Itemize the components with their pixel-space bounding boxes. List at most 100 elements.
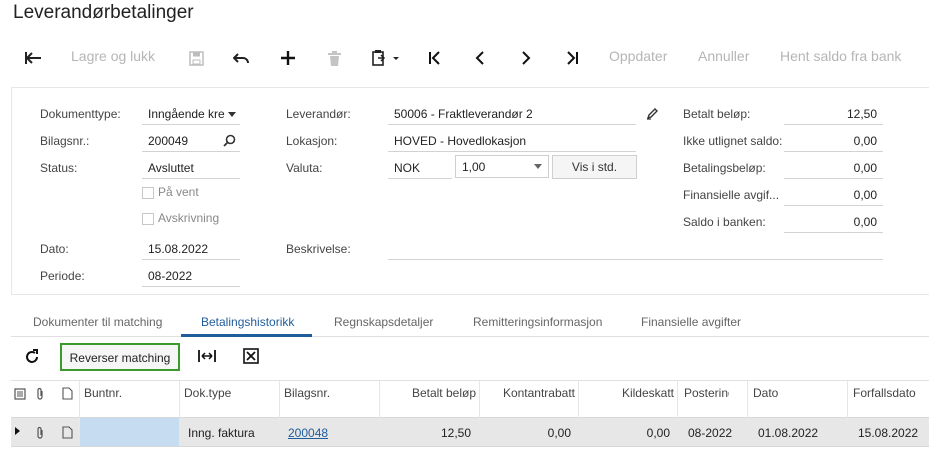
payment-history-grid: Buntnr. Dok.type Bilagsnr. Betalt beløp …: [11, 380, 929, 455]
notes-icon[interactable]: [14, 388, 26, 403]
fit-columns-icon[interactable]: [198, 349, 216, 366]
ref-nbr-label: Bilagsnr.:: [40, 134, 90, 148]
tab-documents-to-apply[interactable]: Dokumenter til matching: [33, 315, 162, 329]
hold-label: På vent: [158, 185, 199, 199]
payment-amount-label: Betalingsbeløp:: [683, 161, 766, 175]
date-value: 15.08.2022: [148, 242, 209, 256]
col-header-due-date[interactable]: Forfallsdato: [853, 386, 929, 400]
period-value: 08-2022: [148, 269, 193, 283]
currency-rate-select[interactable]: 1,00: [455, 155, 549, 178]
reverse-application-button[interactable]: Reverser matching: [60, 343, 180, 371]
fetch-balance-button[interactable]: Hent saldo fra bank: [780, 48, 901, 64]
bank-balance-label: Saldo i banken:: [683, 215, 766, 229]
refresh-button[interactable]: Oppdater: [609, 48, 667, 64]
next-icon[interactable]: [512, 46, 540, 70]
description-field[interactable]: [388, 238, 883, 260]
period-field[interactable]: 08-2022: [142, 265, 240, 287]
grid-header: Buntnr. Dok.type Bilagsnr. Betalt beløp …: [11, 380, 929, 418]
hold-checkbox[interactable]: [142, 187, 154, 199]
file-icon[interactable]: [62, 426, 73, 442]
paid-amount-field: 12,50: [784, 103, 883, 125]
export-excel-icon[interactable]: [243, 348, 259, 367]
tab-financial-details[interactable]: Regnskapsdetaljer: [334, 315, 433, 329]
paid-cell: 12,50: [440, 426, 471, 440]
date-label: Dato:: [40, 242, 69, 256]
search-icon[interactable]: [223, 134, 236, 150]
first-record-icon[interactable]: [421, 46, 449, 70]
undo-icon[interactable]: [228, 46, 256, 70]
back-arrow-icon[interactable]: [20, 46, 48, 70]
date-cell: 01.08.2022: [758, 426, 819, 440]
writeoff-label: Avskrivning: [158, 211, 220, 225]
table-row[interactable]: Inng. faktura 200048 12,50 0,00 0,00 08-…: [11, 418, 929, 447]
status-value: Avsluttet: [148, 161, 194, 175]
currency-rate-value: 1,00: [462, 160, 486, 174]
view-base-currency-button[interactable]: Vis i std.: [552, 155, 637, 179]
chevron-down-icon: [534, 164, 542, 169]
col-header-batch[interactable]: Buntnr.: [84, 386, 174, 400]
attachment-icon[interactable]: [35, 426, 45, 443]
currency-code-value: NOK: [394, 161, 421, 175]
attachment-icon[interactable]: [35, 387, 45, 404]
delete-icon[interactable]: [320, 46, 348, 70]
writeoff-checkbox[interactable]: [142, 213, 154, 225]
payment-amount-field: 0,00: [784, 157, 883, 179]
col-header-withholding[interactable]: Kildeskatt: [582, 386, 674, 400]
date-field[interactable]: 15.08.2022: [142, 238, 240, 260]
status-field: Avsluttet: [142, 157, 240, 179]
add-icon[interactable]: [274, 46, 302, 70]
col-header-cash-discount[interactable]: Kontantrabatt: [483, 386, 575, 400]
row-pointer-icon: [15, 427, 20, 435]
doc-type-value: Inngående kre: [148, 107, 225, 121]
unapplied-balance-field: 0,00: [784, 130, 883, 152]
save-icon[interactable]: [182, 46, 210, 70]
tab-finance-charges[interactable]: Finansielle avgifter: [641, 315, 741, 329]
active-tab-indicator: [181, 334, 312, 337]
pencil-icon[interactable]: [646, 107, 659, 123]
save-close-button[interactable]: Lagre og lukk: [71, 48, 155, 64]
col-header-paid[interactable]: Betalt beløp: [383, 386, 476, 400]
withholding-cell: 0,00: [646, 426, 670, 440]
ref-nbr-value: 200049: [148, 134, 189, 148]
vendor-field[interactable]: 50006 - Fraktleverandør 2: [388, 103, 636, 125]
doc-type-label: Dokumenttype:: [40, 107, 121, 121]
location-field[interactable]: HOVED - Hovedlokasjon: [388, 130, 636, 152]
period-cell: 08-2022: [688, 426, 733, 440]
bank-balance-field: 0,00: [784, 211, 883, 233]
page-title: Leverandørbetalinger: [13, 2, 194, 23]
location-value: HOVED - Hovedlokasjon: [394, 134, 527, 148]
paid-amount-label: Betalt beløp:: [683, 107, 751, 121]
file-icon[interactable]: [62, 387, 73, 403]
status-label: Status:: [40, 161, 78, 175]
refresh-icon[interactable]: [24, 349, 40, 368]
col-header-date[interactable]: Dato: [753, 386, 843, 400]
batch-cell[interactable]: [80, 418, 179, 446]
currency-label: Valuta:: [286, 161, 323, 175]
tab-bar: Dokumenter til matching Betalingshistori…: [11, 308, 929, 337]
last-record-icon[interactable]: [558, 46, 586, 70]
chevron-down-icon: [228, 112, 236, 117]
col-header-ref-nbr[interactable]: Bilagsnr.: [284, 386, 374, 400]
cash-discount-cell: 0,00: [547, 426, 571, 440]
previous-icon[interactable]: [466, 46, 494, 70]
cancel-button[interactable]: Annuller: [698, 48, 749, 64]
finance-charges-label: Finansielle avgif...: [683, 188, 780, 202]
clipboard-icon[interactable]: [368, 46, 404, 70]
vendor-value: 50006 - Fraktleverandør 2: [394, 107, 533, 121]
main-toolbar: Lagre og lukk Oppdater Annuller Hent sal…: [0, 38, 929, 78]
doc-type-select[interactable]: Inngående kre: [142, 103, 240, 125]
ref-nbr-field[interactable]: 200049: [142, 130, 240, 152]
period-label: Periode:: [40, 269, 85, 283]
tab-payment-history[interactable]: Betalingshistorikk: [201, 315, 294, 329]
tab-remittance-info[interactable]: Remitteringsinformasjon: [473, 315, 602, 329]
vendor-label: Leverandør:: [286, 107, 351, 121]
description-label: Beskrivelse:: [286, 242, 351, 256]
due-date-cell: 15.08.2022: [858, 426, 919, 440]
ref-nbr-link[interactable]: 200048: [288, 426, 376, 440]
col-header-doc-type[interactable]: Dok.type: [184, 386, 274, 400]
col-header-period[interactable]: Posteringsperiode: [684, 386, 729, 400]
currency-code-field[interactable]: NOK: [388, 157, 452, 179]
location-label: Lokasjon:: [286, 134, 338, 148]
finance-charges-field: 0,00: [784, 184, 883, 206]
document-summary-form: Dokumenttype: Inngående kre Bilagsnr.: 2…: [11, 87, 929, 295]
